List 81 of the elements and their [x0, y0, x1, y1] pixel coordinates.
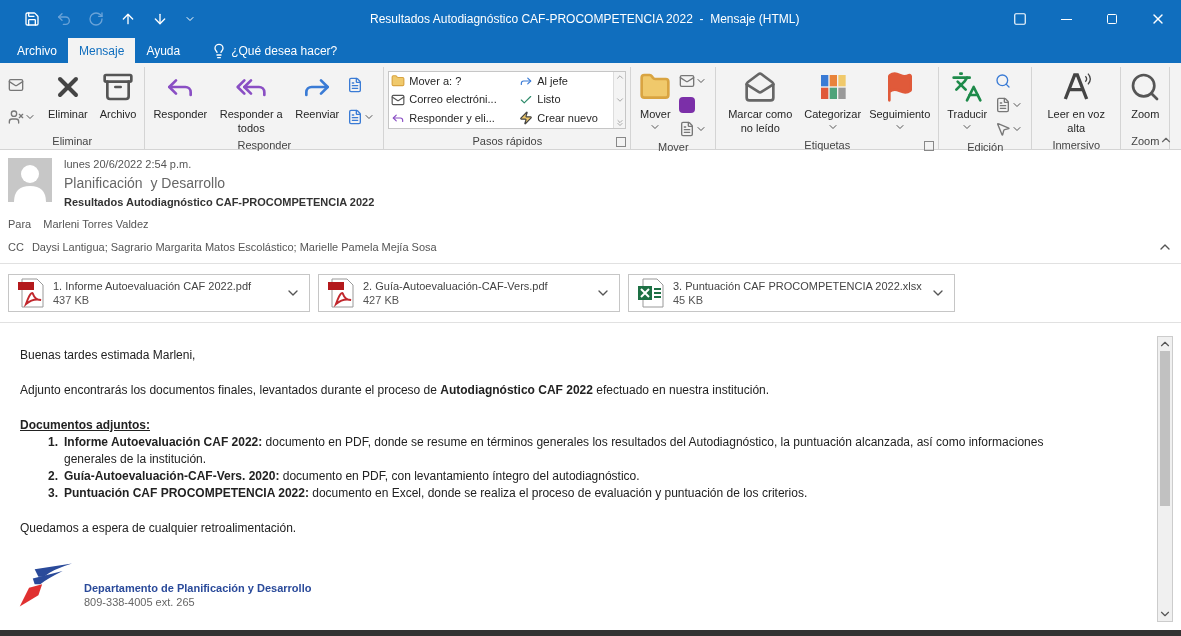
ribbon-button[interactable]: Responder a todos: [211, 67, 292, 137]
attachment[interactable]: 3. Puntuación CAF PROCOMPETENCIA 2022.xlsx 45 KB: [628, 274, 955, 312]
intro-paragraph: Adjunto encontrarás los documentos finales, levantados durante el proceso de Autodiagnóstico CAF 2022 efectuado en nuestra institución.: [20, 382, 771, 399]
launcher-icon[interactable]: [924, 141, 935, 151]
recipient: Marleni Torres Valdez: [43, 217, 149, 232]
group-label: Eliminar: [52, 133, 93, 149]
sent-date: lunes 20/6/2022 2:54 p.m.: [64, 157, 193, 172]
attachment-name: 2. Guía-Autoevaluación-CAF-Vers.pdf: [363, 279, 549, 293]
save-icon[interactable]: [24, 11, 40, 27]
window-title: Resultados Autodiagnóstico CAF-PROCOMPETENCIA 2022 - Mensaje (HTML): [370, 11, 801, 28]
attachment[interactable]: 2. Guía-Autoevaluación-CAF-Vers.pdf 427 KB: [318, 274, 620, 312]
attachment-name: 3. Puntuación CAF PROCOMPETENCIA 2022.xlsx: [673, 279, 922, 293]
avatar: [8, 158, 52, 202]
archive-icon: [102, 71, 135, 103]
scrollbar[interactable]: [1157, 336, 1173, 622]
group-label: Edición: [967, 139, 1004, 155]
ribbon-tab[interactable]: Ayuda: [135, 38, 192, 63]
ribbon-button[interactable]: Seguimiento: [865, 67, 935, 135]
excel-file-icon: [637, 278, 665, 308]
list-number: 1.: [47, 434, 58, 451]
subject: Resultados Autodiagnóstico CAF-PROCOMPETENCIA 2022: [64, 194, 375, 210]
list-number: 3.: [47, 485, 58, 502]
quick-step-item[interactable]: Crear nuevo: [519, 109, 612, 128]
attachment-size: 437 KB: [53, 293, 91, 307]
quick-step-item[interactable]: Correo electróni...: [391, 90, 520, 109]
group-label: Responder: [237, 137, 292, 153]
list-item: Puntuación CAF PROCOMPETENCIA 2022: documento en Excel, donde se realiza el proceso de evaluación y puntuación de los criterios.: [64, 485, 809, 502]
tell-me-field[interactable]: ¿Qué desea hacer?: [231, 41, 372, 60]
closing: Quedamos a espera de cualquier retroalimentación.: [20, 520, 298, 537]
ribbon-button[interactable]: Categorizar: [800, 67, 866, 135]
up-arrow-icon[interactable]: [120, 11, 136, 27]
attachment-size: 427 KB: [363, 293, 401, 307]
greeting: Buenas tardes estimada Marleni,: [20, 347, 197, 364]
list-item: Informe Autoevaluación CAF 2022: documento en PDF, donde se resume en términos generales los resultados del Autodiagnóstico, la puntuación alcanzada, así como informaciones generales de la institución.: [64, 434, 1045, 468]
pdf-file-icon: [17, 278, 45, 308]
ribbon-button[interactable]: Responder: [149, 67, 212, 123]
signature-department: Departamento de Planificación y Desarrollo: [84, 581, 312, 595]
quick-step-item[interactable]: Responder y eli...: [391, 109, 520, 128]
cc-recipients: Daysi Lantigua; Sagrario Margarita Matos Escolástico; Marielle Pamela Mejía Sosa: [31, 239, 438, 255]
ribbon-button[interactable]: Leer en voz alta: [1036, 67, 1117, 137]
ribbon-button[interactable]: Zoom: [1125, 67, 1166, 123]
redo-icon[interactable]: [88, 11, 104, 27]
document-icon[interactable]: [995, 95, 1024, 115]
down-arrow-icon[interactable]: [152, 11, 168, 27]
lightning-icon: [519, 111, 534, 126]
mail-icon: [744, 71, 777, 103]
cc-label: CC: [8, 239, 24, 255]
ribbon-button[interactable]: Archivo: [95, 67, 141, 123]
group-label: Etiquetas: [804, 137, 851, 153]
signature-phone: 809-338-4005 ext. 265: [84, 595, 196, 609]
group-label: Mover: [658, 139, 689, 155]
group-label: Inmersivo: [1052, 137, 1101, 153]
ribbon-button[interactable]: Mover: [635, 67, 676, 135]
group-label: Pasos rápidos: [472, 133, 543, 149]
ribbon-tab[interactable]: Archivo: [6, 38, 68, 63]
minimize-icon: [1060, 18, 1072, 20]
quick-step-item[interactable]: Al jefe: [519, 72, 612, 90]
list-heading: Documentos adjuntos:: [20, 417, 151, 434]
block-sender-icon[interactable]: [8, 107, 36, 127]
ribbon-button[interactable]: Marcar como no leído: [720, 67, 801, 137]
folder-icon: [391, 74, 406, 88]
ribbon-button[interactable]: Reenviar: [291, 67, 344, 123]
quick-step-item[interactable]: Mover a: ?: [391, 72, 520, 90]
restore-icon: [1106, 13, 1118, 25]
translate-icon: [951, 71, 984, 103]
ribbon-tab[interactable]: Mensaje: [68, 38, 136, 63]
sender-name: Planificación y Desarrollo: [64, 173, 227, 193]
forward-icon: [519, 74, 534, 88]
mail-icon: [391, 92, 406, 107]
attachment[interactable]: 1. Informe Autoevaluación CAF 2022.pdf 437 KB: [8, 274, 310, 312]
group-label: Zoom: [1131, 133, 1160, 149]
ribbon-button[interactable]: Eliminar: [44, 67, 92, 123]
ribbon-button[interactable]: Traducir: [943, 67, 992, 135]
launcher-icon[interactable]: [616, 137, 627, 147]
pdf-file-icon: [327, 278, 355, 308]
attachment-size: 45 KB: [673, 293, 704, 307]
list-number: 2.: [47, 468, 58, 485]
attachment-name: 1. Informe Autoevaluación CAF 2022.pdf: [53, 279, 253, 293]
to-label: Para: [8, 217, 32, 232]
quick-step-item[interactable]: Listo: [519, 90, 612, 109]
list-item: Guía-Autoevaluación-CAF-Vers. 2020: documento en PDF, con levantamiento íntegro del autodiagnóstico.: [64, 468, 641, 485]
